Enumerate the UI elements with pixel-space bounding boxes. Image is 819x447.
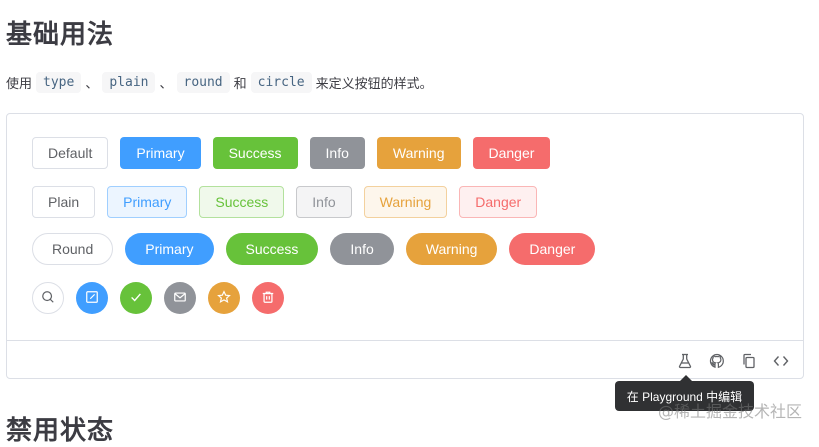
copy-icon[interactable] — [741, 353, 757, 369]
desc-prefix: 使用 — [6, 77, 33, 92]
demo-block: Default Primary Success Info Warning Dan… — [6, 113, 804, 379]
github-icon[interactable] — [709, 353, 725, 369]
default-buttons-row: Default Primary Success Info Warning Dan… — [32, 137, 551, 169]
circle-search-button[interactable] — [32, 282, 64, 314]
circle-buttons-row — [32, 282, 284, 314]
circle-delete-button[interactable] — [252, 282, 284, 314]
desc-and: 和 — [233, 77, 247, 92]
search-icon — [41, 290, 55, 307]
round-default-button[interactable]: Round — [32, 233, 114, 265]
primary-button[interactable]: Primary — [120, 137, 201, 169]
plain-info-button[interactable]: Info — [296, 186, 352, 218]
next-section-title: 禁用状态 — [6, 416, 115, 446]
code-icon[interactable] — [773, 353, 789, 369]
plain-danger-button[interactable]: Danger — [459, 186, 538, 218]
delete-icon — [261, 290, 275, 307]
round-info-button[interactable]: Info — [330, 233, 394, 265]
edit-icon — [85, 290, 99, 307]
round-buttons-row: Round Primary Success Info Warning Dange… — [32, 233, 596, 265]
success-button[interactable]: Success — [212, 137, 298, 169]
star-icon — [217, 289, 231, 307]
round-warning-button[interactable]: Warning — [405, 233, 498, 265]
plain-warning-button[interactable]: Warning — [363, 186, 448, 218]
desc-sep: 、 — [85, 77, 99, 92]
desc-suffix: 来定义按钮的样式。 — [315, 77, 433, 92]
code-round: round — [176, 72, 230, 93]
check-icon — [129, 290, 143, 307]
info-button[interactable]: Info — [309, 137, 365, 169]
round-danger-button[interactable]: Danger — [509, 233, 596, 265]
danger-button[interactable]: Danger — [472, 137, 551, 169]
circle-edit-button[interactable] — [76, 282, 108, 314]
warning-button[interactable]: Warning — [376, 137, 461, 169]
message-icon — [173, 290, 187, 307]
description: 使用 type 、 plain 、 round 和 circle 来定义按钮的样… — [6, 72, 433, 93]
demo-footer — [7, 340, 803, 378]
circle-check-button[interactable] — [120, 282, 152, 314]
plain-success-button[interactable]: Success — [199, 186, 285, 218]
circle-star-button[interactable] — [208, 282, 240, 314]
playground-flask-icon[interactable] — [677, 353, 693, 369]
plain-buttons-row: Plain Primary Success Info Warning Dange… — [32, 186, 538, 218]
default-button[interactable]: Default — [32, 137, 109, 169]
circle-message-button[interactable] — [164, 282, 196, 314]
plain-primary-button[interactable]: Primary — [107, 186, 188, 218]
code-type: type — [36, 72, 82, 93]
plain-default-button[interactable]: Plain — [32, 186, 96, 218]
watermark: @稀土掘金技术社区 — [658, 402, 803, 421]
round-primary-button[interactable]: Primary — [125, 233, 214, 265]
page-title: 基础用法 — [6, 20, 115, 50]
code-plain: plain — [102, 72, 156, 93]
code-circle: circle — [250, 72, 312, 93]
desc-sep: 、 — [159, 77, 173, 92]
round-success-button[interactable]: Success — [225, 233, 319, 265]
